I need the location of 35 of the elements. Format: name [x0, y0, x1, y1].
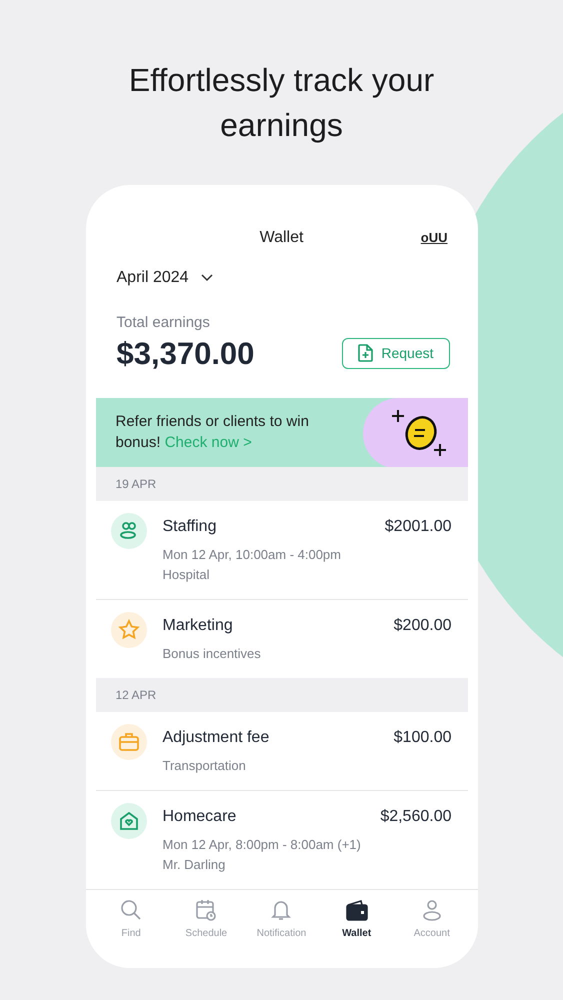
transaction-detail: Bonus incentives — [162, 645, 262, 664]
transaction-title: Homecare — [162, 807, 238, 828]
total-amount: $3,370.00 — [116, 334, 254, 373]
transaction-title: Adjustment fee — [162, 728, 270, 748]
total-label: Total earnings — [116, 313, 211, 334]
nav-tab[interactable]: Wallet — [320, 898, 394, 946]
transaction-detail: Mr. Darling — [162, 856, 226, 874]
briefcase-icon — [110, 724, 146, 760]
calendar-clock-icon — [194, 898, 218, 922]
bell-icon — [269, 898, 294, 922]
banner-text: Refer friends or clients to win bonus! Check now > — [116, 412, 310, 454]
search-icon — [119, 898, 144, 922]
transaction-detail: Transportation — [162, 757, 247, 776]
transaction-title: Marketing — [162, 616, 234, 636]
transaction-amount: $100.00 — [394, 728, 452, 748]
headline: Effortlessly track your earnings — [128, 61, 436, 145]
wallet-icon — [344, 898, 369, 922]
screen-title: Wallet — [260, 228, 304, 248]
transaction-detail: Mon 12 Apr, 10:00am - 4:00pm — [162, 546, 342, 564]
logo: oUU — [420, 229, 448, 247]
people-icon — [110, 513, 146, 550]
transaction-detail: Mon 12 Apr, 8:00pm - 8:00am (+1) — [162, 836, 362, 854]
chevron-down-icon — [200, 274, 213, 282]
document-plus-icon — [358, 344, 374, 362]
transaction-amount: $2,560.00 — [380, 807, 452, 828]
transaction-detail: Hospital — [162, 566, 210, 584]
date-header: 19 APR — [116, 476, 156, 494]
transaction-row[interactable]: Adjustment fee Transportation $100.00 — [96, 712, 468, 790]
referral-banner[interactable]: Refer friends or clients to win bonus! Check now > — [96, 398, 468, 468]
month-dropdown[interactable]: April 2024 — [116, 266, 213, 290]
transaction-title: Staffing — [162, 517, 218, 538]
transaction-row[interactable]: Staffing Mon 12 Apr, 10:00am - 4:00pm Hospital $2001.00 — [96, 501, 468, 600]
date-header: 12 APR — [116, 687, 156, 704]
transaction-amount: $2001.00 — [384, 517, 452, 538]
transaction-amount: $200.00 — [394, 616, 452, 636]
